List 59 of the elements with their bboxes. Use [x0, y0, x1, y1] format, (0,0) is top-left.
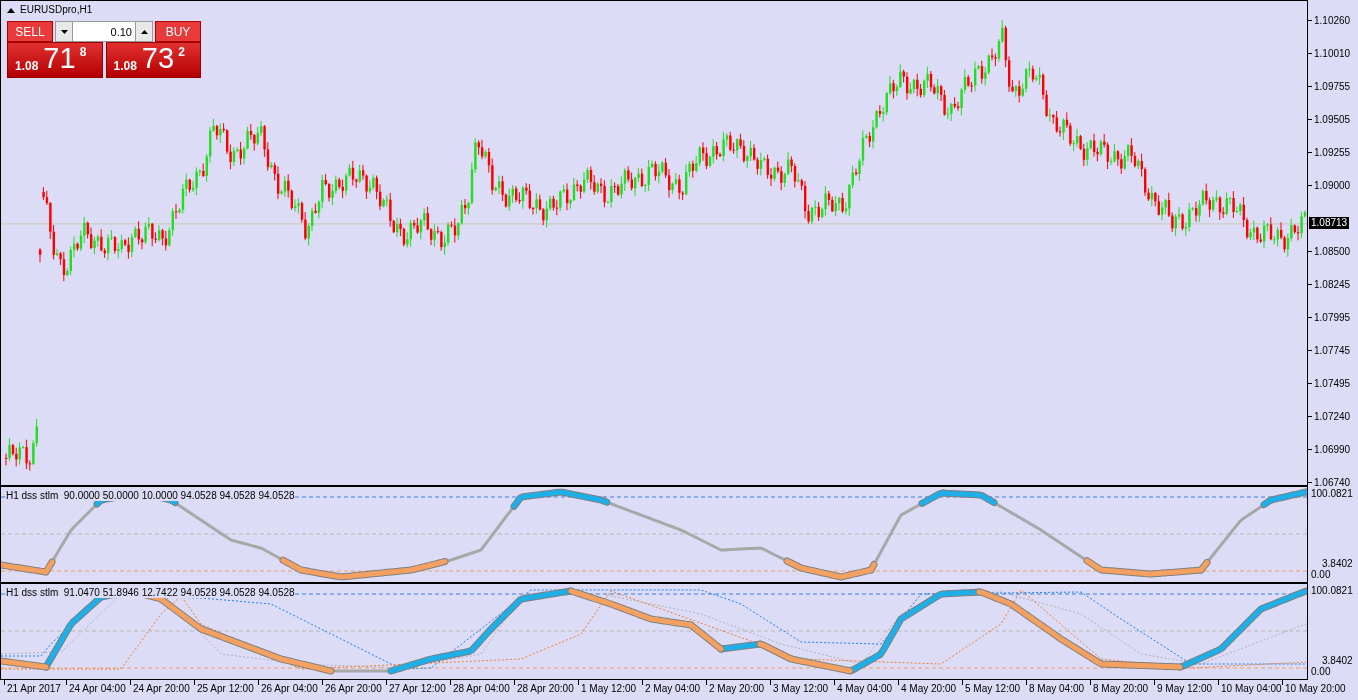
time-label: 5 May 12:00: [965, 683, 1021, 694]
collapse-icon[interactable]: [7, 6, 15, 13]
time-label: 24 Apr 04:00: [69, 683, 126, 694]
lot-field[interactable]: 0.10: [73, 21, 135, 42]
time-label: 21 Apr 2017: [7, 683, 61, 694]
indicator-label: H1 dss stlm 91.0470 51.8946 12.7422 94.0528 94.0528 94.0528: [6, 587, 295, 598]
time-label: 4 May 20:00: [901, 683, 957, 694]
price-label: 1.06990: [1314, 443, 1351, 455]
price-label: 1.06740: [1314, 476, 1351, 488]
increase-button[interactable]: [135, 21, 153, 42]
window-title: EURUSDpro,H1: [20, 4, 93, 15]
up-icon: [140, 29, 148, 34]
price-prefix: 1.08: [113, 59, 137, 73]
price-label: 1.09755: [1314, 80, 1351, 92]
time-label: 28 Apr 04:00: [453, 683, 510, 694]
time-label: 10 May 04:00: [1221, 683, 1282, 694]
axis-label: 100.0821: [1311, 488, 1353, 499]
axis-label: 3.8402: [1322, 655, 1353, 666]
sell-button[interactable]: SELL: [7, 21, 53, 42]
price-pips: 71: [43, 43, 76, 73]
down-icon: [60, 29, 68, 34]
price-label: 1.10010: [1314, 47, 1351, 59]
price-label: 1.08500: [1314, 245, 1351, 257]
time-label: 28 Apr 20:00: [517, 683, 574, 694]
time-label: 27 Apr 12:00: [389, 683, 446, 694]
time-label: 25 Apr 12:00: [197, 683, 254, 694]
axis-label: 0.00: [1311, 569, 1331, 580]
time-label: 9 May 12:00: [1157, 683, 1213, 694]
price-label: 1.07495: [1314, 377, 1351, 389]
price-label: 1.07995: [1314, 311, 1351, 323]
time-label: 2 May 20:00: [709, 683, 765, 694]
price-label: 1.08245: [1314, 278, 1351, 290]
time-label: 2 May 04:00: [645, 683, 701, 694]
price-pips: 73: [141, 43, 175, 73]
current-price-label: 1.08713: [1309, 216, 1350, 229]
decrease-button[interactable]: [55, 21, 73, 42]
time-label: 8 May 04:00: [1029, 683, 1085, 694]
price-label: 1.09255: [1314, 146, 1351, 158]
time-label: 26 Apr 04:00: [261, 683, 318, 694]
price-prefix: 1.08: [15, 59, 39, 73]
time-label: 4 May 04:00: [837, 683, 893, 694]
axis-label: 0.00: [1311, 666, 1331, 677]
axis-label: 100.0821: [1311, 585, 1353, 596]
price-label: 1.09505: [1314, 113, 1351, 125]
price-fraction: 2: [178, 45, 185, 59]
buy-button[interactable]: BUY: [155, 21, 201, 42]
time-label: 24 Apr 20:00: [133, 683, 190, 694]
price-label: 1.10260: [1314, 14, 1351, 26]
time-label: 3 May 12:00: [773, 683, 829, 694]
time-label: 1 May 12:00: [581, 683, 637, 694]
time-label: 26 Apr 20:00: [325, 683, 382, 694]
price-label: 1.07240: [1314, 410, 1351, 422]
indicator-label: H1 dss stlm 90.0000 50.0000 10.0000 94.0528 94.0528 94.0528: [6, 490, 295, 501]
price-fraction: 8: [79, 45, 87, 59]
time-label: 8 May 20:00: [1093, 683, 1149, 694]
time-label: 10 May 20:00: [1285, 683, 1346, 694]
price-label: 1.07745: [1314, 344, 1351, 356]
axis-label: 3.8402: [1322, 558, 1353, 569]
price-label: 1.09000: [1314, 179, 1351, 191]
